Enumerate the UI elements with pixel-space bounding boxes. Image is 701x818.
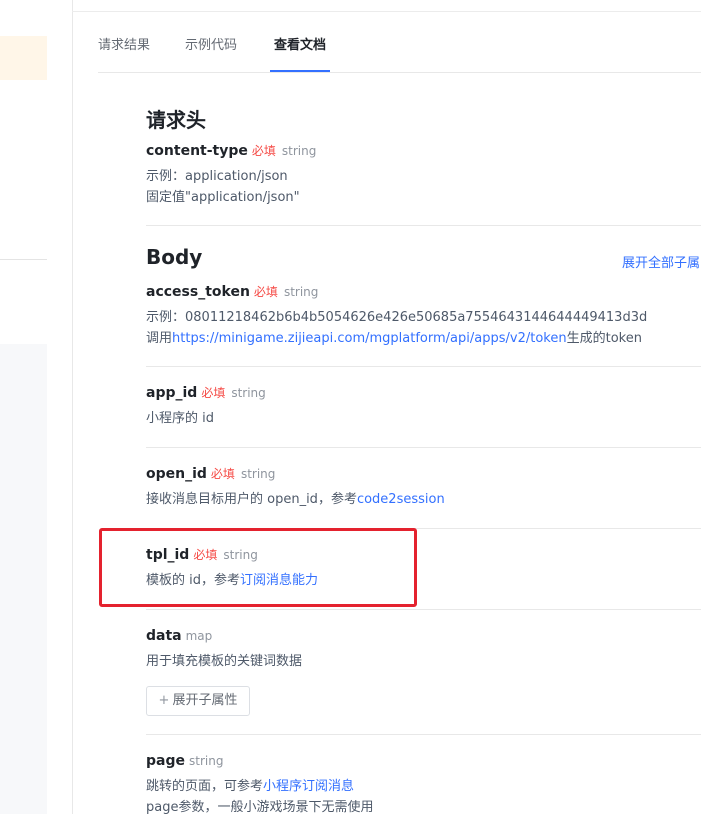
field-open-id: open_id 必填 string 接收消息目标用户的 open_id，参考code… [146,464,701,510]
desc-text: 接收消息目标用户的 open_id，参考 [146,492,357,507]
tab-bar: 请求结果 示例代码 查看文档 [98,36,701,72]
left-panel-gray-area [0,344,47,814]
plus-icon: + [158,693,170,708]
left-panel-selected-item[interactable] [0,36,47,80]
tab-request-result[interactable]: 请求结果 [98,36,150,72]
separator [146,225,701,226]
field-description: 接收消息目标用户的 open_id，参考code2session [146,489,701,510]
separator [146,734,701,735]
required-badge: 必填 [251,144,276,158]
field-example: 示例：application/json [146,169,288,184]
field-type: string [231,386,266,400]
field-type: map [185,629,213,643]
field-description: 小程序的 id [146,411,214,426]
field-description: 跳转的页面，可参考小程序订阅消息 [146,776,701,797]
separator [146,609,701,610]
expand-child-button[interactable]: + 展开子属性 [146,686,250,716]
tab-sample-code[interactable]: 示例代码 [185,36,237,72]
desc-text: 生成的token [566,331,642,346]
field-name: content-type [146,143,248,159]
field-data: data map 用于填充模板的关键词数据 [146,626,701,672]
field-name: app_id [146,385,198,401]
field-description: 调用https://minigame.zijieapi.com/mgplatfo… [146,328,701,349]
required-badge: 必填 [253,285,278,299]
expand-child-label: 展开子属性 [172,693,238,708]
token-api-link[interactable]: https://minigame.zijieapi.com/mgplatform… [172,331,567,346]
required-badge: 必填 [210,467,235,481]
field-access-token: access_token 必填 string 示例：08011218462b6b4b… [146,282,701,349]
field-type: string [189,754,224,768]
field-type: string [240,467,276,481]
field-type: string [283,285,319,299]
field-name: data [146,628,182,644]
left-panel [0,0,73,814]
field-content-type: content-type 必填 string 示例：application/json… [146,141,701,208]
field-page: page string 跳转的页面，可参考小程序订阅消息 page参数，一般小游戏… [146,751,701,818]
body-section-title: Body [146,245,203,269]
field-description-2: page参数，一般小游戏场景下无需使用 [146,800,374,815]
left-panel-divider [0,259,47,260]
field-name: page [146,753,185,769]
separator [146,447,701,448]
desc-text: 调用 [146,331,173,346]
code2session-link[interactable]: code2session [357,492,445,507]
tabs-divider [98,72,701,73]
desc-text: 跳转的页面，可参考 [146,779,264,794]
annotation-highlight-box [99,528,417,607]
field-description: 用于填充模板的关键词数据 [146,654,303,669]
required-badge: 必填 [201,386,226,400]
field-name: open_id [146,466,207,482]
mini-program-subscribe-link[interactable]: 小程序订阅消息 [263,779,354,794]
field-fixed-value: 固定值"application/json" [146,190,300,205]
headers-section-title: 请求头 [146,108,206,132]
field-type: string [281,144,317,158]
top-divider [72,11,701,12]
tab-view-docs[interactable]: 查看文档 [269,36,331,72]
field-app-id: app_id 必填 string 小程序的 id [146,383,701,429]
field-name: access_token [146,284,250,300]
separator [146,366,701,367]
expand-all-button[interactable]: 展开全部子属 [622,252,700,271]
field-example: 示例：08011218462b6b4b5054626e426e50685a755… [146,310,648,325]
